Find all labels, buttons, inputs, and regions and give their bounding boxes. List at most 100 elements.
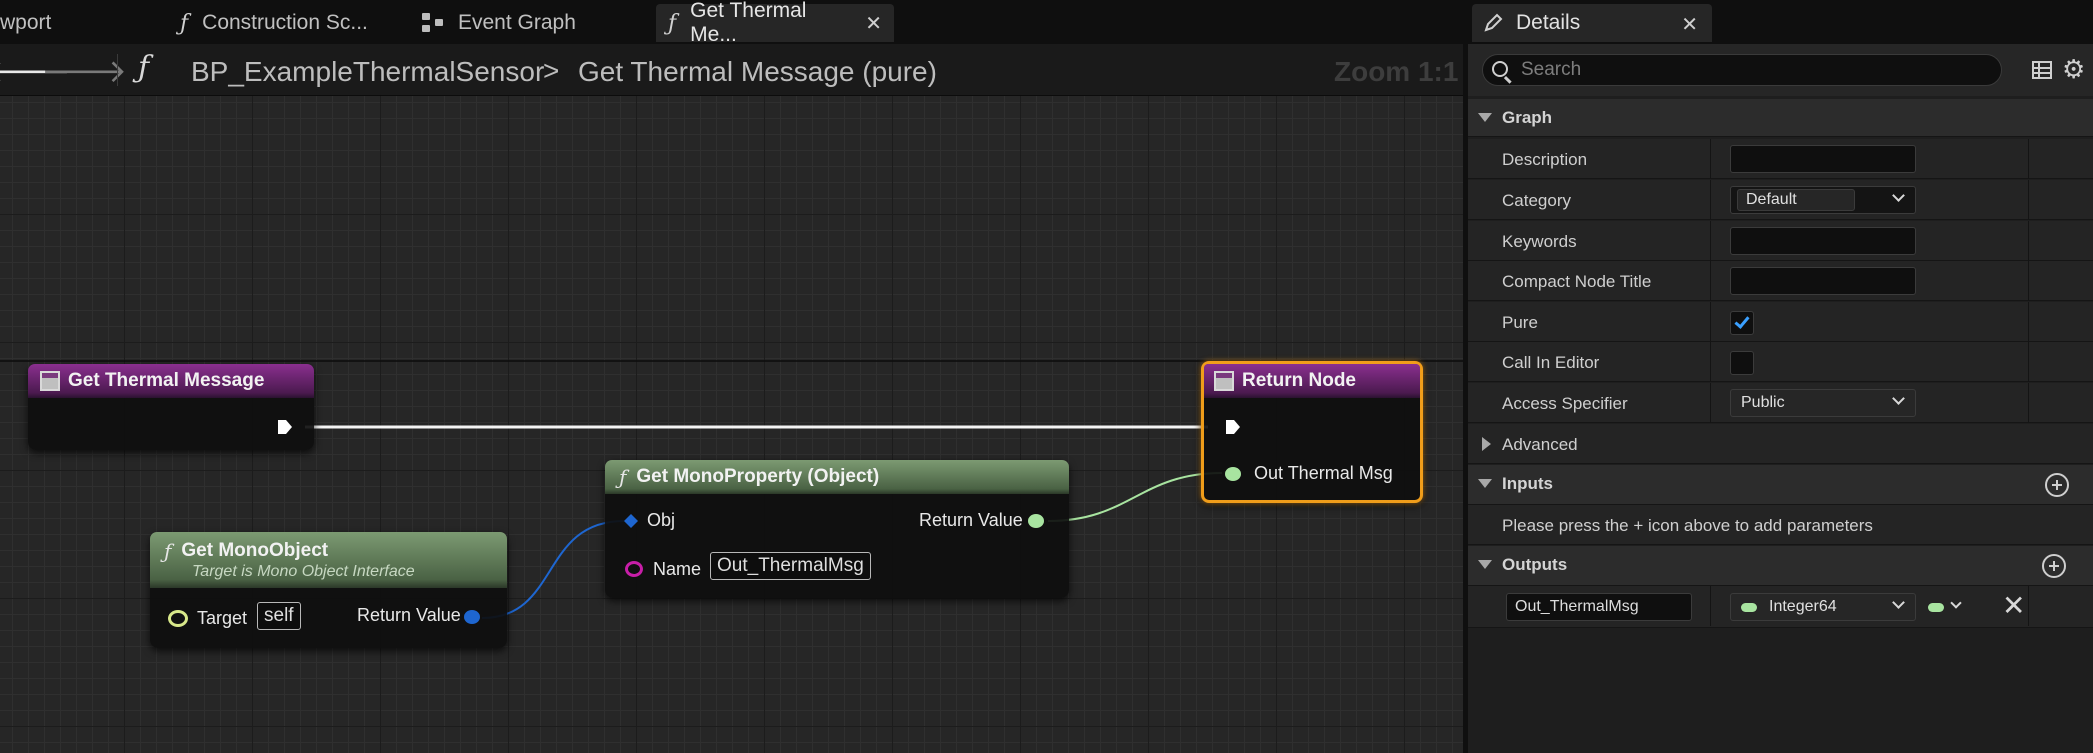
- tab-details[interactable]: Details ✕: [1472, 4, 1712, 42]
- tab-label: Event Graph: [458, 11, 576, 34]
- tab-label: Details: [1516, 11, 1581, 34]
- function-icon: ƒ: [138, 50, 150, 85]
- function-icon: ƒ: [619, 465, 627, 489]
- property-label: Compact Node Title: [1502, 272, 1652, 291]
- chevron-down-icon[interactable]: [1892, 189, 1905, 202]
- object-out-pin[interactable]: [464, 610, 480, 624]
- exec-in-pin[interactable]: [1224, 418, 1242, 436]
- tab-viewport[interactable]: wport: [0, 4, 51, 42]
- int64-out-pin[interactable]: [1028, 514, 1044, 528]
- function-icon: ƒ: [164, 539, 172, 563]
- return-node[interactable]: Return Node Out Thermal Msg: [1201, 361, 1423, 503]
- single-value-icon: [1928, 603, 1944, 612]
- property-compact-node-title: Compact Node Title: [1468, 261, 2093, 301]
- section-advanced[interactable]: Advanced: [1468, 424, 2093, 464]
- tab-get-thermal-message[interactable]: ƒ Get Thermal Me... ✕: [656, 0, 894, 46]
- forward-arrow-icon[interactable]: 🡒: [41, 52, 127, 89]
- compact-node-title-field[interactable]: [1730, 267, 1916, 295]
- tab-label: Get Thermal Me...: [690, 0, 807, 46]
- gear-icon[interactable]: ⚙: [2062, 54, 2085, 85]
- call-in-editor-checkbox[interactable]: [1730, 351, 1754, 375]
- function-icon: ƒ: [668, 10, 677, 36]
- add-output-icon[interactable]: [2042, 554, 2066, 578]
- output-type-value: Integer64: [1769, 598, 1837, 615]
- pencil-icon: [1484, 13, 1503, 32]
- search-box[interactable]: [1482, 54, 2002, 86]
- chevron-down-icon: [1892, 596, 1905, 609]
- output-type-combo[interactable]: Integer64: [1730, 593, 1916, 621]
- property-label: Call In Editor: [1502, 353, 1600, 372]
- section-label: Inputs: [1502, 474, 1553, 493]
- pin-label-return-value: Return Value: [357, 605, 461, 625]
- table-view-icon[interactable]: [2032, 61, 2052, 79]
- graph-canvas[interactable]: Get Thermal Message Return Node Out Ther…: [0, 96, 1468, 753]
- column-divider: [1710, 586, 1711, 626]
- access-specifier-value: Public: [1741, 394, 1785, 411]
- target-in-pin[interactable]: [168, 610, 188, 627]
- node-header: Get Thermal Message: [28, 364, 314, 398]
- section-graph[interactable]: Graph: [1468, 99, 2093, 137]
- search-input[interactable]: [1521, 57, 1981, 83]
- property-keywords: Keywords: [1468, 221, 2093, 261]
- property-label: Access Specifier: [1502, 394, 1628, 413]
- zoom-level: Zoom 1:1: [1334, 56, 1459, 87]
- column-divider: [2028, 342, 2029, 382]
- category-value: Default: [1746, 191, 1797, 208]
- remove-output-icon[interactable]: ✕: [2002, 589, 2025, 622]
- collapse-arrow-icon: [1478, 113, 1492, 122]
- exec-out-pin[interactable]: [276, 418, 294, 436]
- name-literal-field[interactable]: Out_ThermalMsg: [710, 552, 871, 580]
- int64-in-pin[interactable]: [1225, 467, 1241, 481]
- object-in-pin[interactable]: [623, 513, 639, 529]
- output-name-field[interactable]: [1506, 593, 1692, 621]
- column-divider: [2028, 180, 2029, 220]
- column-divider: [1710, 302, 1711, 342]
- close-icon[interactable]: ✕: [865, 11, 882, 36]
- category-value-box[interactable]: Default: [1737, 189, 1855, 211]
- add-input-icon[interactable]: [2045, 473, 2069, 497]
- function-result-icon: [1214, 371, 1234, 391]
- property-category: Category Default: [1468, 180, 2093, 220]
- tab-label: Construction Sc...: [202, 11, 368, 34]
- section-outputs[interactable]: Outputs: [1468, 546, 2093, 586]
- collapse-arrow-icon: [1478, 479, 1492, 488]
- tab-label: wport: [0, 11, 52, 34]
- output-name-input[interactable]: [1507, 594, 1691, 620]
- details-tab-strip: Details ✕: [1468, 0, 2093, 44]
- property-access-specifier: Access Specifier Public: [1468, 383, 2093, 423]
- get-mono-object-node[interactable]: ƒ Get MonoObject Target is Mono Object I…: [150, 532, 507, 648]
- access-specifier-combo[interactable]: Public: [1730, 389, 1916, 417]
- pin-label-obj: Obj: [647, 510, 676, 530]
- property-label: Keywords: [1502, 232, 1577, 251]
- description-input[interactable]: [1731, 146, 1915, 172]
- property-label: Pure: [1502, 313, 1538, 332]
- tab-construction-script[interactable]: ƒ Construction Sc...: [180, 4, 368, 42]
- node-header: ƒ Get MonoObject Target is Mono Object I…: [150, 532, 507, 588]
- container-type-combo[interactable]: [1922, 593, 1968, 621]
- section-label: Outputs: [1502, 555, 1568, 574]
- property-description: Description: [1468, 139, 2093, 179]
- entry-node[interactable]: Get Thermal Message: [28, 364, 314, 450]
- tab-event-graph[interactable]: Event Graph: [422, 4, 576, 42]
- section-label: Graph: [1502, 108, 1553, 127]
- keywords-field[interactable]: [1730, 227, 1916, 255]
- details-search-row: ⚙: [1468, 44, 2093, 96]
- name-in-pin[interactable]: [625, 561, 643, 577]
- breadcrumb-blueprint[interactable]: BP_ExampleThermalSensor: [191, 56, 544, 88]
- section-inputs[interactable]: Inputs: [1468, 465, 2093, 505]
- close-icon[interactable]: ✕: [1681, 12, 1698, 37]
- category-combo[interactable]: Default: [1730, 186, 1916, 214]
- compact-node-title-input[interactable]: [1731, 268, 1915, 294]
- target-literal-field[interactable]: self: [257, 602, 301, 630]
- breadcrumb-separator: >: [543, 55, 560, 86]
- pure-checkbox[interactable]: [1730, 311, 1754, 335]
- node-title: Get MonoProperty (Object): [636, 466, 880, 487]
- get-mono-property-node[interactable]: ƒ Get MonoProperty (Object) Obj Return V…: [605, 460, 1069, 598]
- inputs-hint: Please press the + icon above to add par…: [1502, 516, 1873, 535]
- int64-type-icon: [1741, 603, 1757, 612]
- expand-arrow-icon: [1482, 437, 1491, 451]
- description-field[interactable]: [1730, 145, 1916, 173]
- int64-wire: [1047, 472, 1223, 522]
- keywords-input[interactable]: [1731, 228, 1915, 254]
- column-divider: [2028, 302, 2029, 342]
